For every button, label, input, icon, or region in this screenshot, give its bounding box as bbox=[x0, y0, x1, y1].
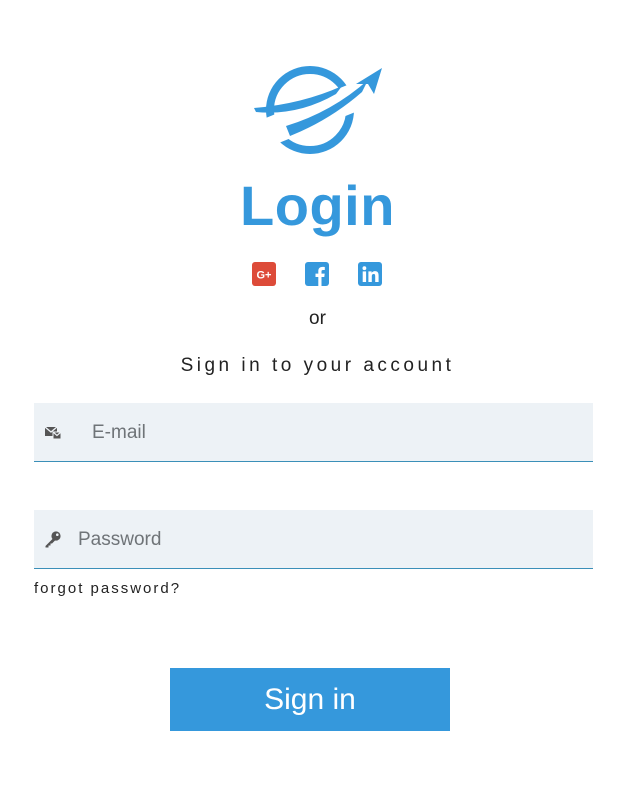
forgot-password-link[interactable]: forgot password? bbox=[34, 580, 181, 597]
facebook-icon[interactable] bbox=[305, 262, 329, 286]
divider-or-text: or bbox=[309, 308, 326, 329]
email-field[interactable] bbox=[34, 403, 593, 463]
sign-in-button[interactable]: Sign in bbox=[170, 668, 450, 731]
email-icon bbox=[44, 426, 62, 440]
sign-in-subtitle: Sign in to your account bbox=[180, 355, 455, 376]
page-title: Login bbox=[240, 174, 395, 237]
password-field[interactable] bbox=[34, 510, 593, 570]
linkedin-icon[interactable] bbox=[358, 262, 382, 286]
password-input[interactable] bbox=[76, 510, 580, 570]
google-plus-label: G+ bbox=[257, 270, 272, 282]
key-icon bbox=[45, 531, 61, 548]
email-input[interactable] bbox=[90, 403, 584, 463]
plane-logo-icon bbox=[252, 66, 384, 154]
social-login-group: G+ bbox=[0, 262, 635, 286]
google-plus-icon[interactable]: G+ bbox=[252, 262, 276, 286]
